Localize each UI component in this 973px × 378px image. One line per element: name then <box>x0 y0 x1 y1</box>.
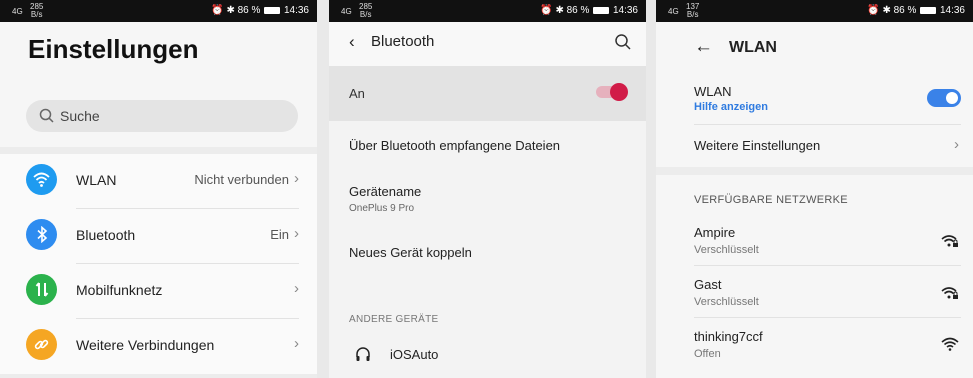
settings-item-value: Ein <box>270 227 289 242</box>
network-name: Ampire <box>694 225 736 240</box>
chevron-right-icon: › <box>294 170 299 187</box>
alarm-icon: ⏰ <box>867 5 880 16</box>
divider <box>0 374 317 378</box>
received-files-item[interactable]: Über Bluetooth empfangene Dateien <box>349 138 560 153</box>
chevron-right-icon: › <box>294 225 299 242</box>
status-bar: 4G 285 B/s ⏰ ✱ 86 % 14:36 <box>0 0 317 22</box>
search-input[interactable]: Suche <box>26 100 298 132</box>
wifi-locked-icon <box>941 235 958 247</box>
bluetooth-status-icon: ✱ <box>555 5 564 16</box>
wifi-icon <box>941 337 959 351</box>
section-header: VERFÜGBARE NETZWERKE <box>694 194 848 206</box>
chevron-right-icon: › <box>294 280 299 297</box>
signal-indicator: 4G <box>668 7 679 16</box>
battery-icon <box>264 6 281 14</box>
clock: 14:36 <box>283 5 309 16</box>
search-placeholder: Suche <box>60 108 100 124</box>
device-name-value: OnePlus 9 Pro <box>349 203 415 214</box>
signal-indicator: 4G <box>341 7 352 16</box>
network-status: Verschlüsselt <box>694 244 759 256</box>
wlan-screen: 4G 137 B/s ⏰ ✱ 86 % 14:36 ← WLAN WLAN Hil… <box>656 0 973 378</box>
alarm-icon: ⏰ <box>540 5 553 16</box>
more-settings-item[interactable]: Weitere Einstellungen <box>694 138 820 153</box>
section-header: ANDERE GERÄTE <box>349 314 439 325</box>
wifi-icon <box>26 164 57 195</box>
signal-indicator: 4G <box>12 7 23 16</box>
network-speed: 137 B/s <box>686 2 700 19</box>
page-title: WLAN <box>729 39 777 56</box>
battery-icon <box>593 6 610 14</box>
toggle-knob <box>946 92 958 104</box>
link-icon <box>26 329 57 360</box>
bluetooth-status-icon: ✱ <box>226 5 235 16</box>
bluetooth-icon <box>26 219 57 250</box>
status-bar: 4G 285 B/s ⏰ ✱ 86 % 14:36 <box>329 0 646 22</box>
clock: 14:36 <box>939 5 965 16</box>
device-name-label[interactable]: Gerätename <box>349 184 421 199</box>
divider <box>0 147 317 154</box>
network-speed: 285 B/s <box>359 2 373 19</box>
network-name: Gast <box>694 277 722 292</box>
toggle-label: An <box>349 86 365 101</box>
device-name: iOSAuto <box>390 347 439 362</box>
battery-percent: 86 % <box>893 5 917 16</box>
toggle-knob <box>610 83 628 101</box>
headphones-icon <box>356 347 370 361</box>
alarm-icon: ⏰ <box>211 5 224 16</box>
chevron-right-icon: › <box>294 335 299 352</box>
status-right: ⏰ ✱ 86 % 14:36 <box>540 5 638 16</box>
bluetooth-status-icon: ✱ <box>882 5 891 16</box>
back-arrow-icon[interactable]: ← <box>694 36 713 58</box>
settings-item-mobile-network[interactable]: Mobilfunknetz › <box>0 264 317 319</box>
status-right: ⏰ ✱ 86 % 14:36 <box>867 5 965 16</box>
bluetooth-toggle-row[interactable]: An <box>329 66 646 121</box>
status-bar: 4G 137 B/s ⏰ ✱ 86 % 14:36 <box>656 0 973 22</box>
battery-percent: 86 % <box>237 5 261 16</box>
settings-item-more-connections[interactable]: Weitere Verbindungen › <box>0 319 317 374</box>
settings-item-value: Nicht verbunden <box>194 172 289 187</box>
divider <box>694 124 961 125</box>
settings-list: WLAN Nicht verbunden › Bluetooth Ein › M… <box>0 154 317 374</box>
device-item[interactable]: iOSAuto <box>329 338 646 372</box>
clock: 14:36 <box>612 5 638 16</box>
status-right: ⏰ ✱ 86 % 14:36 <box>211 5 309 16</box>
mobile-data-icon <box>26 274 57 305</box>
settings-item-label: Weitere Verbindungen <box>76 337 215 353</box>
settings-screen: 4G 285 B/s ⏰ ✱ 86 % 14:36 Einstellungen S… <box>0 0 317 378</box>
search-icon <box>39 108 54 123</box>
battery-percent: 86 % <box>566 5 590 16</box>
search-icon[interactable] <box>614 33 632 51</box>
pair-new-device-item[interactable]: Neues Gerät koppeln <box>349 245 472 260</box>
divider <box>694 265 961 266</box>
wlan-toggle-label: WLAN <box>694 84 732 99</box>
back-chevron-icon[interactable]: ‹ <box>349 32 355 52</box>
network-status: Offen <box>694 348 721 360</box>
settings-item-bluetooth[interactable]: Bluetooth Ein › <box>0 209 317 264</box>
network-speed: 285 B/s <box>30 2 44 19</box>
help-link[interactable]: Hilfe anzeigen <box>694 101 768 113</box>
page-title: Bluetooth <box>371 33 435 50</box>
settings-item-label: Mobilfunknetz <box>76 282 163 298</box>
bluetooth-toggle[interactable] <box>596 83 628 101</box>
settings-item-wlan[interactable]: WLAN Nicht verbunden › <box>0 154 317 209</box>
network-status: Verschlüsselt <box>694 296 759 308</box>
settings-item-label: Bluetooth <box>76 227 136 243</box>
network-name: thinking7ccf <box>694 329 763 344</box>
app-bar: ‹ Bluetooth <box>329 22 646 66</box>
wifi-locked-icon <box>941 287 958 299</box>
divider <box>694 317 961 318</box>
page-title: Einstellungen <box>28 34 199 64</box>
chevron-right-icon: › <box>954 136 959 153</box>
wlan-toggle[interactable] <box>927 89 961 107</box>
battery-icon <box>920 6 937 14</box>
bluetooth-screen: 4G 285 B/s ⏰ ✱ 86 % 14:36 ‹ Bluetooth An … <box>329 0 646 378</box>
divider <box>656 167 973 175</box>
settings-item-label: WLAN <box>76 172 117 188</box>
